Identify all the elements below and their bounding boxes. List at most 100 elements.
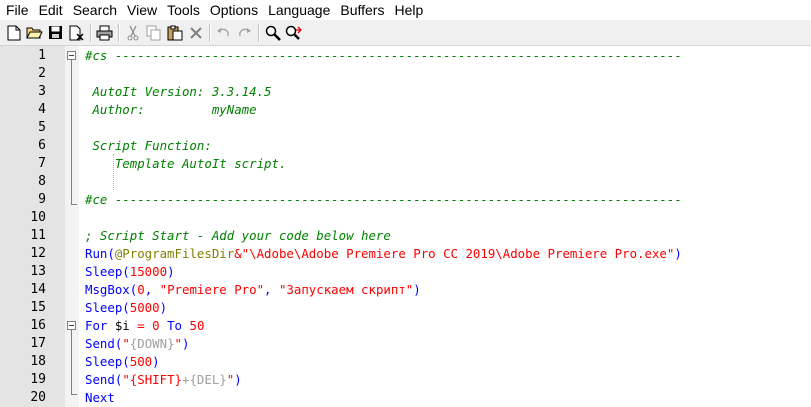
code-token: =: [137, 318, 145, 333]
delete-icon[interactable]: [186, 23, 205, 43]
line-number: 2: [38, 66, 46, 81]
cut-icon[interactable]: [123, 23, 142, 43]
replace-icon[interactable]: [284, 23, 303, 43]
line-number: 8: [38, 174, 46, 189]
menu-tools[interactable]: Tools: [161, 0, 200, 20]
code-line[interactable]: 14 MsgBox(0, "Premiere Pro", "Запускаем с…: [0, 281, 811, 299]
code-line[interactable]: 7 Template AutoIt script.: [0, 155, 811, 173]
line-number: 1: [38, 48, 46, 63]
code-line[interactable]: 13 Sleep(15000): [0, 263, 811, 281]
code-token: Send(: [85, 336, 123, 351]
code-text: Send("{SHIFT}+{DEL}"): [85, 371, 242, 389]
fold-toggle-icon[interactable]: [67, 51, 76, 60]
line-number: 7: [38, 156, 46, 171]
code-line[interactable]: 6 Script Function:: [0, 137, 811, 155]
code-editor[interactable]: 1 #cs -----------------------------------…: [0, 46, 811, 407]
code-token: 0: [152, 318, 160, 333]
code-text: Sleep(500): [85, 353, 160, 371]
close-file-icon[interactable]: [67, 23, 86, 43]
code-token: ; Script Start - Add your code below her…: [85, 228, 391, 243]
code-line[interactable]: 8: [0, 173, 811, 191]
code-token: "Запускаем скрипт": [278, 282, 414, 297]
line-number: 16: [30, 318, 46, 333]
fold-line: [71, 60, 72, 204]
code-token: #ce ------------------------------------…: [85, 192, 682, 207]
redo-icon[interactable]: [235, 23, 254, 43]
code-line[interactable]: 1 #cs -----------------------------------…: [0, 47, 811, 65]
menu-edit[interactable]: Edit: [33, 0, 63, 20]
line-number: 6: [38, 138, 46, 153]
code-token: #cs ------------------------------------…: [85, 48, 682, 63]
fold-end-marker: [71, 394, 77, 395]
code-token: Next: [85, 390, 115, 405]
code-token: 15000: [129, 264, 168, 279]
code-token: ,: [264, 282, 279, 297]
code-line[interactable]: 12 Run(@ProgramFilesDir&"\Adobe\Adobe Pre…: [0, 245, 811, 263]
code-token: Send(: [85, 372, 123, 387]
code-token: 5000: [129, 300, 160, 315]
code-token: MsgBox(: [85, 282, 138, 297]
toolbar-separator: [258, 23, 259, 42]
open-folder-icon[interactable]: [25, 23, 44, 43]
code-token: ": [174, 336, 183, 351]
code-token: ): [152, 354, 160, 369]
undo-icon[interactable]: [214, 23, 233, 43]
line-number: 15: [30, 300, 46, 315]
code-token: ): [167, 264, 175, 279]
toolbar-separator: [209, 23, 210, 42]
code-token: ): [234, 372, 242, 387]
code-text: MsgBox(0, "Premiere Pro", "Запускаем скр…: [85, 281, 421, 299]
code-token: "\Adobe\Adobe Premiere Pro CC 2019\Adobe…: [241, 246, 675, 261]
menu-view[interactable]: View: [121, 0, 157, 20]
line-number: 9: [38, 192, 46, 207]
fold-end-marker: [71, 204, 77, 205]
code-token: To: [159, 318, 190, 333]
code-token: ): [413, 282, 421, 297]
code-text: Template AutoIt script.: [85, 155, 287, 173]
code-line[interactable]: 15 Sleep(5000): [0, 299, 811, 317]
new-file-icon[interactable]: [4, 23, 23, 43]
line-number: 13: [30, 264, 46, 279]
copy-icon[interactable]: [144, 23, 163, 43]
line-number: 4: [38, 102, 46, 117]
paste-icon[interactable]: [165, 23, 184, 43]
menu-file[interactable]: File: [0, 0, 29, 20]
code-line[interactable]: 4 Author: myName: [0, 101, 811, 119]
code-line[interactable]: 17 Send("{DOWN}"): [0, 335, 811, 353]
code-token: Author: myName: [85, 102, 257, 117]
toolbar: [0, 20, 811, 46]
code-line[interactable]: 5: [0, 119, 811, 137]
line-number: 20: [30, 390, 46, 405]
code-token: @ProgramFilesDir: [114, 246, 235, 261]
print-icon[interactable]: [95, 23, 114, 43]
code-line[interactable]: 2: [0, 65, 811, 83]
code-token: 50: [189, 318, 205, 333]
code-line[interactable]: 19 Send("{SHIFT}+{DEL}"): [0, 371, 811, 389]
code-token: +{DEL}: [182, 372, 227, 387]
code-line[interactable]: 9 #ce -----------------------------------…: [0, 191, 811, 209]
code-text: #cs ------------------------------------…: [85, 47, 682, 65]
menu-language[interactable]: Language: [262, 0, 330, 20]
menu-help[interactable]: Help: [388, 0, 423, 20]
save-icon[interactable]: [46, 23, 65, 43]
menu-buffers[interactable]: Buffers: [334, 0, 384, 20]
code-line[interactable]: 18 Sleep(500): [0, 353, 811, 371]
menu-options[interactable]: Options: [204, 0, 258, 20]
code-line[interactable]: 11 ; Script Start - Add your code below h…: [0, 227, 811, 245]
menu-bar: File Edit Search View Tools Options Lang…: [0, 0, 811, 20]
line-number: 3: [38, 84, 46, 99]
code-line[interactable]: 20 Next: [0, 389, 811, 407]
code-text: ; Script Start - Add your code below her…: [85, 227, 391, 245]
code-line[interactable]: 10: [0, 209, 811, 227]
code-line[interactable]: 3 AutoIt Version: 3.3.14.5: [0, 83, 811, 101]
find-icon[interactable]: [263, 23, 282, 43]
code-text: Sleep(5000): [85, 299, 167, 317]
code-token: Sleep(: [85, 354, 130, 369]
code-token: 500: [129, 354, 153, 369]
fold-toggle-icon[interactable]: [67, 321, 76, 330]
code-token: Run(: [85, 246, 115, 261]
code-token: AutoIt Version: 3.3.14.5: [85, 84, 272, 99]
code-token: ,: [144, 282, 160, 297]
menu-search[interactable]: Search: [67, 0, 117, 20]
code-line[interactable]: 16 For $i = 0 To 50: [0, 317, 811, 335]
